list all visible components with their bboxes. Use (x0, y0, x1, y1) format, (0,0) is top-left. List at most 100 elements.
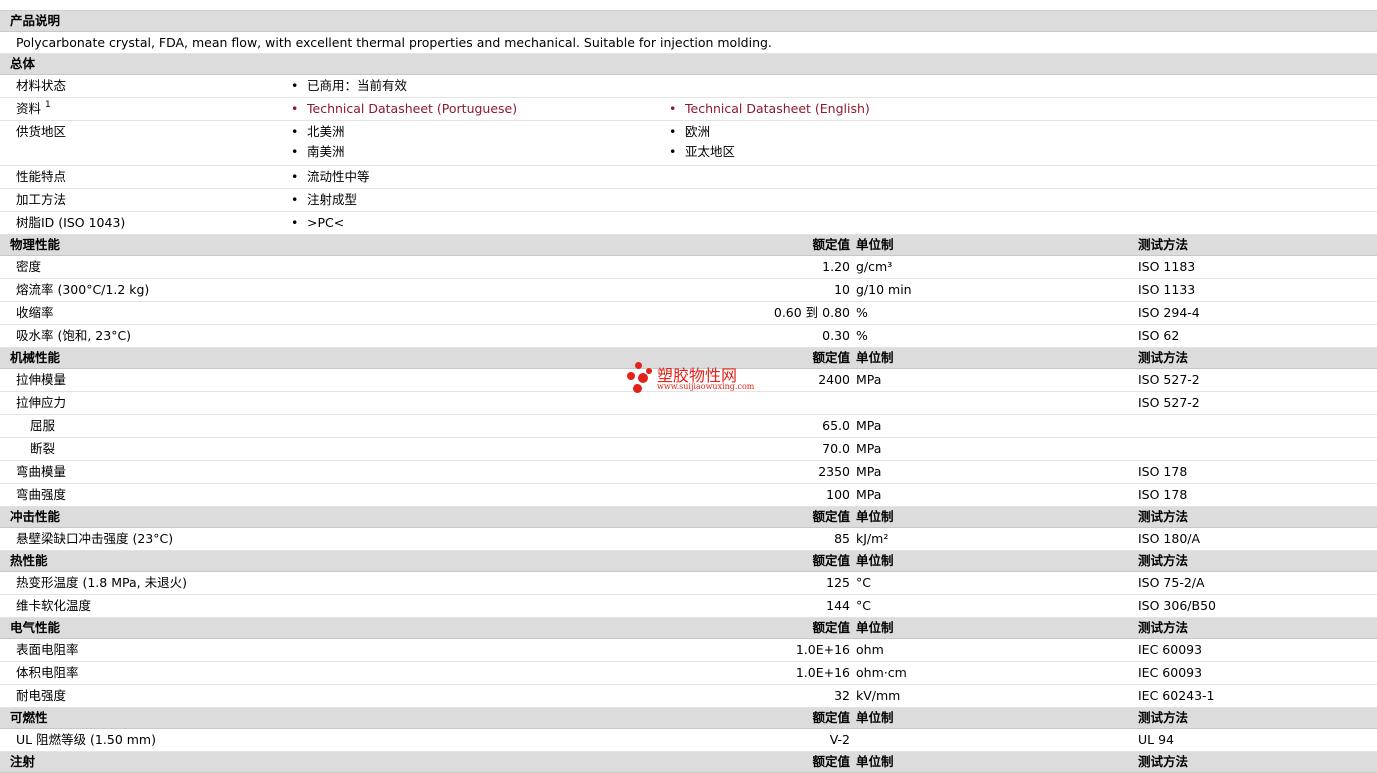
property-value: 1.0E+16 (795, 642, 850, 657)
property-label: 耐电强度 (16, 688, 67, 703)
section-header: 可燃性 额定值 单位制 测试方法 (0, 708, 1377, 729)
section-title: 产品说明 (10, 13, 61, 28)
property-row: 表面电阻率 1.0E+16 ohm IEC 60093 (0, 639, 1377, 662)
row-label: 性能特点 (16, 169, 67, 184)
property-row: 维卡软化温度 144 °C ISO 306/B50 (0, 595, 1377, 618)
property-method: ISO 1183 (1138, 259, 1196, 274)
property-value: 1.0E+16 (795, 665, 850, 680)
header-value: 额定值 (812, 620, 850, 635)
property-row: 屈服 65.0 MPa (0, 415, 1377, 438)
property-unit: ohm·cm (856, 665, 907, 680)
property-label: 密度 (16, 259, 42, 274)
row-label: 资料 1 (16, 100, 51, 116)
property-label: 体积电阻率 (16, 665, 79, 680)
watermark-url: www.suijiaowuxing.com (657, 382, 755, 391)
property-method: ISO 178 (1138, 487, 1188, 502)
property-label: UL 阻燃等级 (1.50 mm) (16, 732, 156, 747)
section-header: 注射 额定值 单位制 测试方法 (0, 752, 1377, 773)
property-value: V-2 (829, 732, 850, 747)
property-unit: g/cm³ (856, 259, 893, 274)
property-row: UL 阻燃等级 (1.50 mm) V-2 UL 94 (0, 729, 1377, 752)
section-title: 总体 (10, 56, 36, 71)
property-sections: 物理性能 额定值 单位制 测试方法 密度 1.20 g/cm³ ISO 1183 熔流率 (30… (0, 235, 1377, 773)
section-header: 冲击性能 额定值 单位制 测试方法 (0, 507, 1377, 528)
section-header-description: 产品说明 (0, 11, 1377, 32)
property-label: 屈服 (30, 418, 56, 433)
property-row: 体积电阻率 1.0E+16 ohm·cm IEC 60093 (0, 662, 1377, 685)
property-value: 32 (834, 688, 850, 703)
header-unit: 单位制 (856, 710, 894, 725)
property-method: IEC 60243-1 (1138, 688, 1215, 703)
doc-link-english[interactable]: Technical Datasheet (English) (669, 98, 870, 120)
row-label: 供货地区 (16, 124, 67, 139)
property-value: 100 (826, 487, 850, 502)
header-value: 额定值 (812, 754, 850, 769)
property-unit: °C (856, 598, 871, 613)
general-row-regions: 供货地区 北美洲 欧洲 南美洲 亚太地区 (0, 121, 1377, 166)
property-label: 表面电阻率 (16, 642, 79, 657)
property-value: 70.0 (822, 441, 850, 456)
region-item: 亚太地区 (669, 141, 735, 163)
row-label: 树脂ID (ISO 1043) (16, 215, 126, 230)
top-divider (0, 0, 1377, 11)
property-unit: °C (856, 575, 871, 590)
property-value: 85 (834, 531, 850, 546)
header-method: 测试方法 (1138, 237, 1189, 252)
header-unit: 单位制 (856, 509, 894, 524)
watermark-logo: 塑胶物性网 www.suijiaowuxing.com (627, 360, 757, 394)
property-label: 收缩率 (16, 305, 54, 320)
property-value: 0.30 (822, 328, 850, 343)
doc-link-portuguese[interactable]: Technical Datasheet (Portuguese) (291, 98, 517, 120)
property-unit: MPa (856, 418, 882, 433)
property-method: IEC 60093 (1138, 642, 1203, 657)
header-unit: 单位制 (856, 754, 894, 769)
property-value: 2400 (818, 372, 850, 387)
property-method: UL 94 (1138, 732, 1174, 747)
property-method: IEC 60093 (1138, 665, 1203, 680)
property-label: 弯曲模量 (16, 464, 67, 479)
property-label: 悬壁梁缺口冲击强度 (23°C) (16, 531, 174, 546)
header-value: 额定值 (812, 553, 850, 568)
property-row: 弯曲模量 2350 MPa ISO 178 (0, 461, 1377, 484)
property-value: 125 (826, 575, 850, 590)
property-row: 熔流率 (300°C/1.2 kg) 10 g/10 min ISO 1133 (0, 279, 1377, 302)
property-row: 耐电强度 32 kV/mm IEC 60243-1 (0, 685, 1377, 708)
header-value: 额定值 (812, 350, 850, 365)
section-title: 注射 (10, 754, 36, 769)
row-label: 加工方法 (16, 192, 67, 207)
logo-dots-icon (627, 360, 655, 394)
property-method: ISO 62 (1138, 328, 1180, 343)
header-method: 测试方法 (1138, 509, 1189, 524)
property-label: 热变形温度 (1.8 MPa, 未退火) (16, 575, 187, 590)
section-title: 电气性能 (10, 620, 61, 635)
section-title: 冲击性能 (10, 509, 61, 524)
property-unit: ohm (856, 642, 884, 657)
property-row: 密度 1.20 g/cm³ ISO 1183 (0, 256, 1377, 279)
row-label: 材料状态 (16, 78, 67, 93)
general-row-resin: 树脂ID (ISO 1043) >PC< (0, 212, 1377, 235)
property-value: 65.0 (822, 418, 850, 433)
row-value: >PC< (291, 212, 344, 234)
property-row: 悬壁梁缺口冲击强度 (23°C) 85 kJ/m² ISO 180/A (0, 528, 1377, 551)
property-method: ISO 1133 (1138, 282, 1196, 297)
row-value: 注射成型 (291, 189, 357, 211)
header-method: 测试方法 (1138, 710, 1189, 725)
general-row-status: 材料状态 已商用：当前有效 (0, 75, 1377, 98)
row-value: 已商用：当前有效 (291, 75, 407, 97)
section-title: 机械性能 (10, 350, 61, 365)
property-unit: MPa (856, 487, 882, 502)
property-row: 拉伸应力 ISO 527-2 (0, 392, 1377, 415)
property-unit: % (856, 328, 868, 343)
property-unit: g/10 min (856, 282, 912, 297)
property-label: 拉伸模量 (16, 372, 67, 387)
general-row-process: 加工方法 注射成型 (0, 189, 1377, 212)
header-method: 测试方法 (1138, 754, 1189, 769)
header-method: 测试方法 (1138, 620, 1189, 635)
property-value: 1.20 (822, 259, 850, 274)
header-value: 额定值 (812, 237, 850, 252)
property-value: 0.60 到 0.80 (773, 305, 850, 320)
property-method: ISO 527-2 (1138, 372, 1200, 387)
region-item: 北美洲 (291, 121, 344, 143)
section-header: 电气性能 额定值 单位制 测试方法 (0, 618, 1377, 639)
property-value: 10 (834, 282, 850, 297)
